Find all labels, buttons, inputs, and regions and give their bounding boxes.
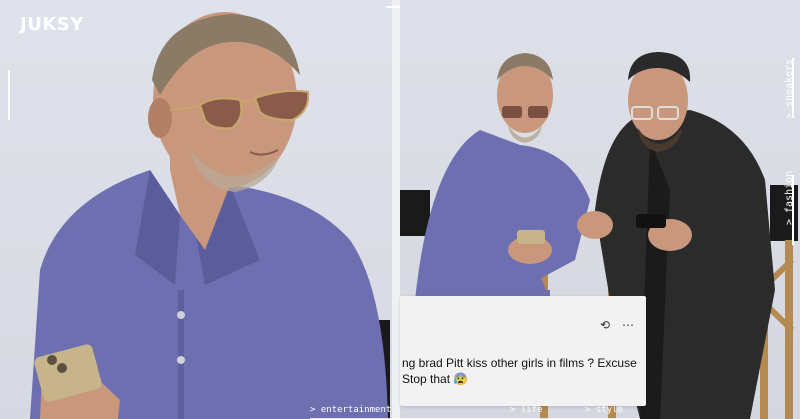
- tweet-actions: ⟲ ⋯: [600, 318, 634, 332]
- left-photo-panel: JUKSY: [0, 0, 392, 419]
- retweet-icon[interactable]: ⟲: [600, 318, 610, 332]
- bottom-nav: > entertainment > life > style: [310, 405, 650, 417]
- nav-life-link[interactable]: > life: [510, 405, 543, 415]
- ellipsis-icon[interactable]: ⋯: [622, 318, 634, 332]
- nav-style-link[interactable]: > style: [585, 405, 623, 415]
- tweet-card: ⟲ ⋯ ng brad Pitt kiss other girls in fil…: [400, 296, 646, 406]
- nav-sneakers-link[interactable]: > sneakers: [784, 59, 795, 119]
- nav-fashion-link[interactable]: > fashion: [784, 171, 795, 225]
- left-photo: [30, 12, 390, 419]
- panel-divider: [392, 0, 400, 419]
- juksy-logo[interactable]: JUKSY: [20, 14, 84, 35]
- left-accent-mark: [8, 70, 10, 120]
- tweet-text-line-2: Stop that 😰: [402, 372, 469, 386]
- side-nav: > sneakers > fashion: [782, 55, 798, 245]
- nav-entertainment-link[interactable]: > entertainment: [310, 405, 391, 415]
- tweet-text-line-1: ng brad Pitt kiss other girls in films ?…: [402, 356, 637, 370]
